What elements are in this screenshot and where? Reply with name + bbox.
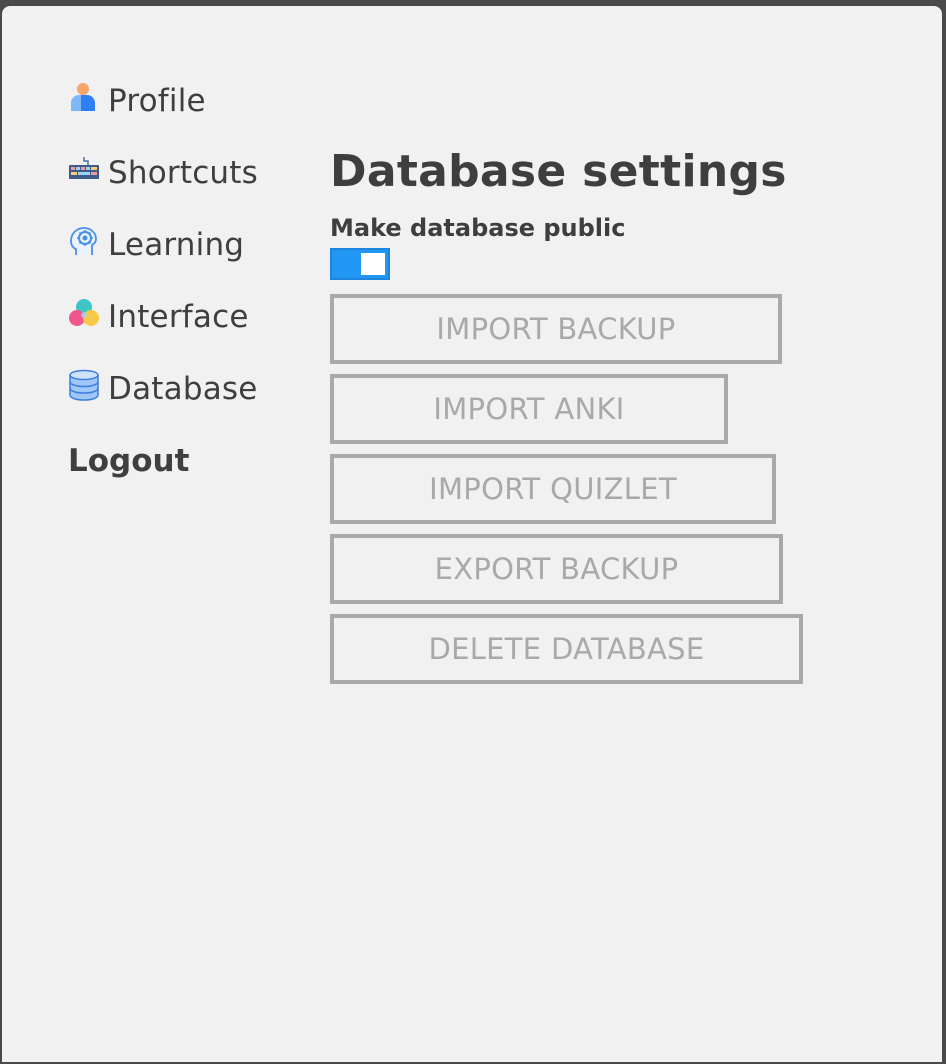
database-settings-panel: Database settings Make database public I… [330,142,890,684]
delete-database-button[interactable]: DELETE DATABASE [330,614,803,684]
import-anki-button[interactable]: IMPORT ANKI [330,374,728,444]
brain-gear-icon [70,227,97,255]
sidebar-item-label: Profile [108,83,206,119]
sidebar-item-interface[interactable]: Interface [68,288,308,346]
sidebar-item-database[interactable]: Database [68,360,308,418]
color-circles-icon [69,299,99,326]
public-database-toggle[interactable] [330,248,390,280]
database-icon [69,369,99,401]
sidebar-item-learning[interactable]: Learning [68,216,308,274]
sidebar-item-label: Shortcuts [108,155,258,191]
keyboard-icon [69,157,99,179]
import-backup-button[interactable]: IMPORT BACKUP [330,294,782,364]
settings-sidebar: Profile Shortcuts Learning Interface Dat… [68,72,308,490]
logout-link[interactable]: Logout [68,432,308,490]
export-backup-button[interactable]: EXPORT BACKUP [330,534,783,604]
public-database-label: Make database public [330,214,626,242]
import-quizlet-button[interactable]: IMPORT QUIZLET [330,454,776,524]
sidebar-item-label: Learning [108,227,245,263]
sidebar-item-shortcuts[interactable]: Shortcuts [68,144,308,202]
toggle-knob [361,253,385,275]
sidebar-item-label: Database [108,371,258,407]
settings-window: Profile Shortcuts Learning Interface Dat… [2,6,942,1062]
profile-icon [71,83,95,111]
sidebar-item-profile[interactable]: Profile [68,72,308,130]
sidebar-item-label: Interface [108,299,249,335]
page-title: Database settings [330,146,787,197]
